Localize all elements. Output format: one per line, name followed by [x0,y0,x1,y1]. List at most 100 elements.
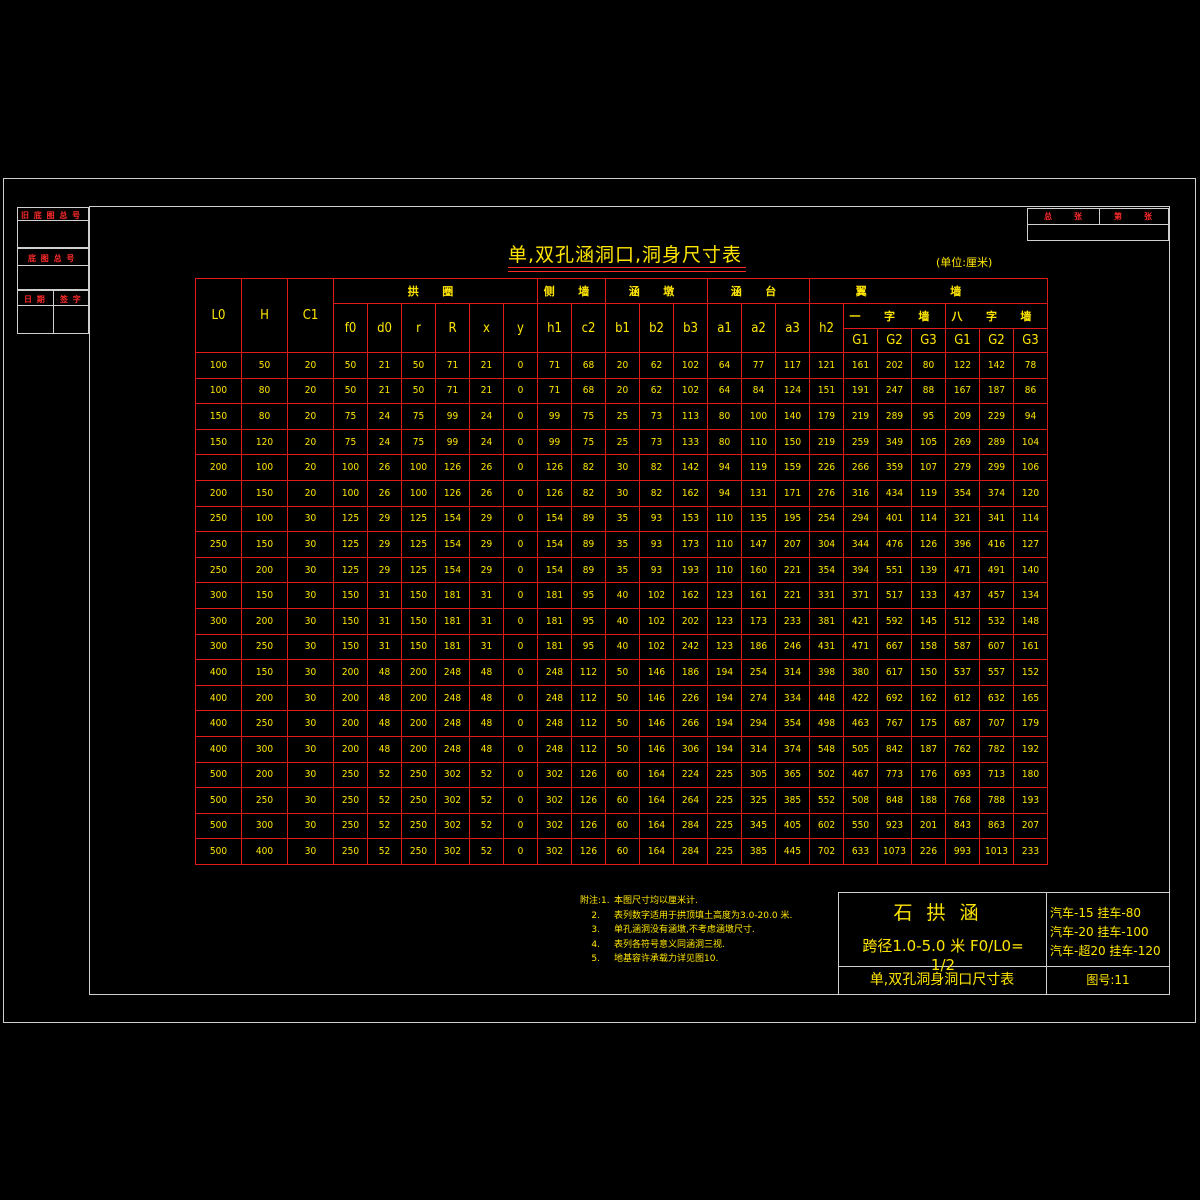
cell-L0: 400 [195,684,242,712]
header-straight-G3: G3 [911,328,946,353]
cell-c2: 89 [571,556,606,584]
cell-G1-straight: 463 [843,710,878,737]
cell-G2-splayed: 1013 [979,838,1014,865]
cell-h1: 71 [537,377,572,405]
cell-G2-splayed: 632 [979,684,1014,712]
cell-x: 29 [469,556,504,584]
header-splayed-G2: G2 [979,328,1014,353]
cell-b1: 50 [605,684,640,712]
cell-a3: 354 [775,710,810,737]
cell-C1: 30 [287,710,334,737]
table-row: 400 200 30 200 48 200 248 48 0 248 112 50 146 226 194 2… [195,684,1048,712]
load-class-3: 汽车-超20 挂车-120 [1050,944,1161,958]
header-C1: C1 [287,278,334,353]
cell-c2: 68 [571,352,606,379]
cell-d0: 31 [367,582,402,609]
cell-a1: 123 [707,582,742,609]
cell-G3-splayed: 106 [1013,454,1048,481]
cell-b2: 82 [639,454,674,481]
title-underline [508,267,746,268]
cell-b3: 264 [673,787,708,814]
cell-H: 80 [241,403,288,430]
cell-h2: 121 [809,352,844,379]
cell-d0: 29 [367,531,402,558]
cell-c2: 75 [571,403,606,430]
cell-b2: 164 [639,838,674,865]
cell-G3-straight: 139 [911,556,946,584]
cell-x: 31 [469,582,504,609]
cell-G1-straight: 394 [843,556,878,584]
cell-a3: 385 [775,787,810,814]
cell-G3-splayed: 127 [1013,531,1048,558]
cell-H: 250 [241,787,288,814]
cell-b3: 306 [673,735,708,763]
cell-G3-splayed: 165 [1013,684,1048,712]
cell-b3: 102 [673,352,708,379]
cell-a3: 140 [775,403,810,430]
cell-G1-splayed: 437 [945,582,980,609]
cell-L0: 200 [195,479,242,507]
cell-f0: 200 [333,735,368,763]
cell-c2: 68 [571,377,606,405]
cell-r: 200 [401,735,436,763]
cell-G2-straight: 1073 [877,838,912,865]
cell-G3-splayed: 134 [1013,582,1048,609]
date-sign-box: 日 期 签 字 [17,290,89,334]
cell-R: 126 [435,454,470,481]
cell-G1-splayed: 279 [945,454,980,481]
cell-G2-straight: 592 [877,607,912,635]
cell-r: 150 [401,633,436,661]
note-1-number: 附注:1. [580,896,610,906]
cell-b1: 25 [605,428,640,456]
date-label: 日 期 [24,295,46,304]
cell-b1: 35 [605,556,640,584]
cell-d0: 31 [367,633,402,661]
cell-b3: 266 [673,710,708,737]
header-straight-G2: G2 [877,328,912,353]
note-1: 附注:1. 本图尺寸均以厘米计. [580,894,792,909]
cell-a3: 221 [775,556,810,584]
cell-h1: 126 [537,454,572,481]
cell-y: 0 [503,582,538,609]
cell-a1: 123 [707,607,742,635]
cell-y: 0 [503,531,538,558]
cell-y: 0 [503,787,538,814]
cell-H: 150 [241,479,288,507]
cell-G3-straight: 162 [911,684,946,712]
cell-G2-splayed: 607 [979,633,1014,661]
table-row: 200 150 20 100 26 100 126 26 0 126 82 30 82 162 94 131 1… [195,479,1048,507]
cell-x: 26 [469,454,504,481]
cell-y: 0 [503,710,538,737]
cell-G2-splayed: 229 [979,403,1014,430]
cell-H: 50 [241,352,288,379]
cell-d0: 24 [367,403,402,430]
header-splayed-G1: G1 [945,328,980,353]
cell-b2: 146 [639,735,674,763]
drawing-name: 单,双孔洞身洞口尺寸表 [869,972,1015,988]
cell-h2: 179 [809,403,844,430]
cell-a2: 77 [741,352,776,379]
cell-a2: 274 [741,684,776,712]
cell-y: 0 [503,352,538,379]
cell-L0: 250 [195,531,242,558]
cell-C1: 30 [287,761,334,789]
header-culvert-pier: 涵 墩 [605,278,708,304]
cell-d0: 52 [367,787,402,814]
cell-H: 250 [241,633,288,661]
cell-y: 0 [503,607,538,635]
cell-r: 150 [401,582,436,609]
cell-r: 125 [401,531,436,558]
cell-x: 31 [469,633,504,661]
cell-b2: 164 [639,761,674,789]
cell-G2-splayed: 557 [979,659,1014,686]
old-base-drawing-no-box: 旧 底 图 总 号 [17,207,89,248]
cell-L0: 400 [195,659,242,686]
header-d0: d0 [367,303,402,353]
cell-b3: 162 [673,582,708,609]
cell-f0: 150 [333,607,368,635]
cell-h2: 331 [809,582,844,609]
cell-G1-straight: 259 [843,428,878,456]
header-h2: h2 [809,303,844,353]
cell-a1: 80 [707,428,742,456]
cell-a3: 246 [775,633,810,661]
